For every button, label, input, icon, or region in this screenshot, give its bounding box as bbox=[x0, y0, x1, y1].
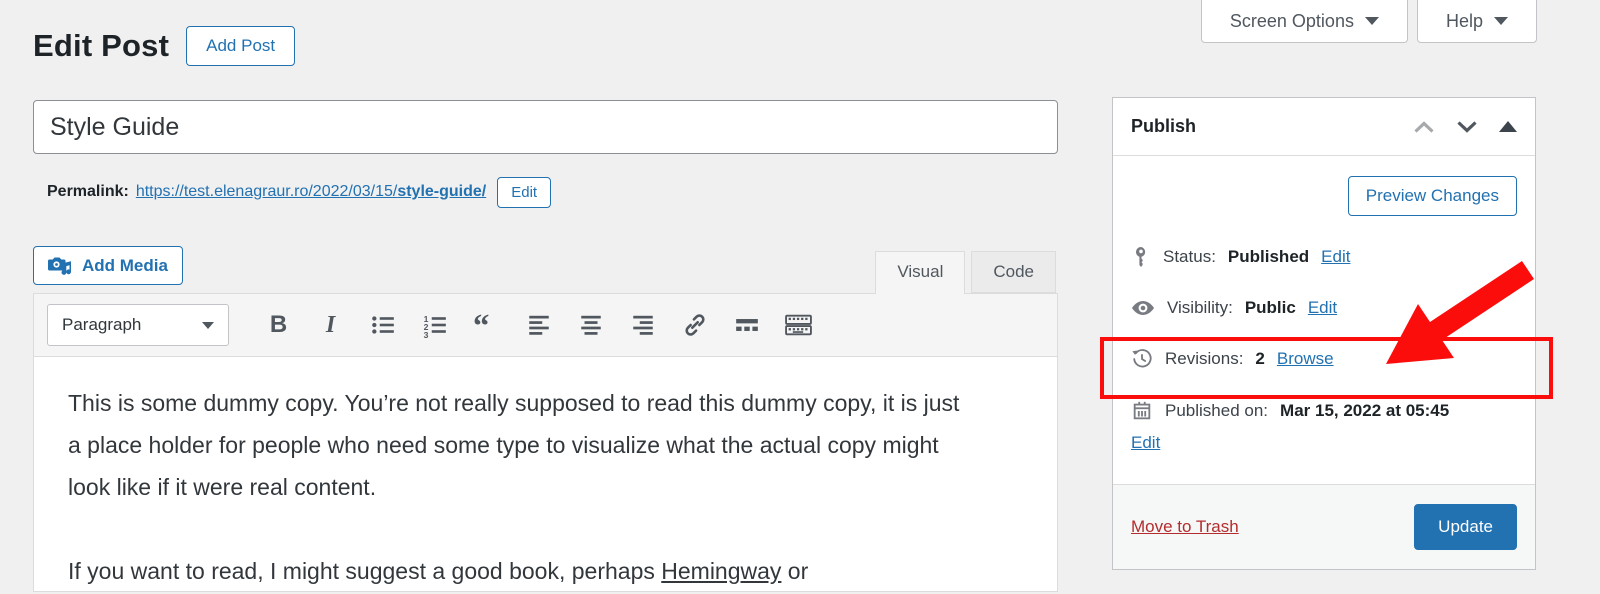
screen-options-tab[interactable]: Screen Options bbox=[1200, 0, 1408, 43]
content-paragraph: This is some dummy copy. You’re not real… bbox=[68, 390, 960, 500]
visibility-value: Public bbox=[1244, 298, 1296, 317]
hemingway-link[interactable]: Hemingway bbox=[661, 558, 781, 584]
revisions-row: Revisions: 2 Browse bbox=[1131, 348, 1517, 370]
status-row: Status: Published Edit bbox=[1131, 246, 1517, 268]
update-button[interactable]: Update bbox=[1414, 504, 1517, 550]
editor-mode-tabs: Visual Code bbox=[875, 251, 1056, 294]
visibility-label: Visibility: bbox=[1167, 298, 1233, 317]
blockquote-icon: “ bbox=[473, 311, 489, 339]
block-format-value: Paragraph bbox=[62, 315, 142, 334]
add-post-button[interactable]: Add Post bbox=[186, 26, 296, 66]
help-label: Help bbox=[1445, 10, 1483, 31]
align-center-icon bbox=[580, 315, 601, 335]
bulleted-list-icon bbox=[371, 316, 394, 334]
permalink-edit-button[interactable]: Edit bbox=[497, 176, 552, 208]
insert-link-button[interactable] bbox=[680, 311, 709, 340]
svg-text:3: 3 bbox=[423, 330, 428, 338]
add-media-label: Add Media bbox=[82, 255, 168, 275]
keyboard-icon bbox=[785, 314, 812, 336]
read-more-icon bbox=[735, 319, 758, 331]
blockquote-button[interactable]: “ bbox=[472, 311, 501, 340]
published-on-row: Published on: Mar 15, 2022 at 05:45 bbox=[1131, 400, 1517, 422]
tab-visual[interactable]: Visual bbox=[875, 251, 966, 294]
revisions-history-icon bbox=[1131, 348, 1153, 370]
permalink-link[interactable]: https://test.elenagraur.ro/2022/03/15/st… bbox=[136, 183, 486, 201]
eye-icon bbox=[1131, 299, 1155, 317]
chevron-down-icon bbox=[202, 321, 214, 329]
published-on-label: Published on: bbox=[1165, 401, 1269, 420]
block-format-select[interactable]: Paragraph bbox=[47, 304, 229, 346]
chevron-down-icon bbox=[1494, 17, 1508, 25]
keyboard-shortcuts-button[interactable] bbox=[784, 311, 813, 340]
visibility-edit-link[interactable]: Edit bbox=[1308, 298, 1337, 318]
read-more-button[interactable] bbox=[732, 311, 761, 340]
editor-tools: Add Media Visual Code bbox=[33, 246, 1058, 294]
post-status-pin-icon bbox=[1131, 246, 1151, 268]
publish-panel-header[interactable]: Publish bbox=[1113, 98, 1535, 156]
svg-text:“: “ bbox=[473, 311, 489, 339]
align-left-button[interactable] bbox=[524, 311, 553, 340]
post-title-input[interactable] bbox=[33, 100, 1058, 154]
move-up-icon[interactable] bbox=[1413, 120, 1435, 134]
editor-content-area[interactable]: This is some dummy copy. You’re not real… bbox=[33, 357, 1058, 592]
permalink-row: Permalink: https://test.elenagraur.ro/20… bbox=[47, 172, 552, 212]
align-right-icon bbox=[632, 315, 653, 335]
move-to-trash-link[interactable]: Move to Trash bbox=[1131, 517, 1239, 537]
publish-panel-body: Preview Changes Status: Published Edit V… bbox=[1113, 156, 1535, 453]
link-icon bbox=[684, 314, 705, 336]
status-label: Status: bbox=[1163, 247, 1216, 266]
align-right-button[interactable] bbox=[628, 311, 657, 340]
classic-editor: Add Media Visual Code Paragraph B I 123 … bbox=[33, 246, 1058, 592]
italic-button[interactable]: I bbox=[316, 311, 345, 340]
revisions-label: Revisions: bbox=[1165, 349, 1244, 368]
page-title: Edit Post bbox=[33, 28, 170, 63]
screen-meta-links: Screen Options Help bbox=[1200, 0, 1537, 43]
revisions-browse-link[interactable]: Browse bbox=[1277, 349, 1334, 369]
page-header: Edit Post Add Post bbox=[33, 26, 296, 66]
content-paragraph: If you want to read, I might suggest a g… bbox=[68, 550, 973, 591]
permalink-url-slug: style-guide/ bbox=[397, 183, 487, 200]
status-value: Published bbox=[1227, 247, 1310, 266]
publish-panel-footer: Move to Trash Update bbox=[1113, 484, 1535, 569]
publish-panel-controls bbox=[1413, 120, 1517, 134]
visibility-row: Visibility: Public Edit bbox=[1131, 298, 1517, 318]
permalink-label: Permalink: bbox=[47, 183, 129, 200]
content-text: If you want to read, I might suggest a g… bbox=[68, 558, 662, 584]
add-media-button[interactable]: Add Media bbox=[33, 246, 183, 285]
numbered-list-button[interactable]: 123 bbox=[420, 311, 449, 340]
editor-toolbar: Paragraph B I 123 “ bbox=[33, 293, 1058, 357]
bold-button[interactable]: B bbox=[264, 311, 293, 340]
content-text: or bbox=[781, 558, 809, 584]
media-camera-note-icon bbox=[48, 255, 73, 276]
publish-panel-title: Publish bbox=[1131, 116, 1197, 136]
collapse-panel-icon[interactable] bbox=[1499, 121, 1517, 132]
align-left-icon bbox=[528, 315, 549, 335]
chevron-down-icon bbox=[1364, 17, 1379, 25]
help-tab[interactable]: Help bbox=[1416, 0, 1537, 43]
move-down-icon[interactable] bbox=[1456, 120, 1478, 134]
preview-changes-button[interactable]: Preview Changes bbox=[1347, 176, 1517, 216]
bulleted-list-button[interactable] bbox=[368, 311, 397, 340]
revisions-count: 2 bbox=[1255, 349, 1265, 368]
published-on-edit-link[interactable]: Edit bbox=[1131, 433, 1160, 452]
align-center-button[interactable] bbox=[576, 311, 605, 340]
calendar-icon bbox=[1131, 400, 1153, 422]
screen-options-label: Screen Options bbox=[1229, 10, 1354, 31]
status-edit-link[interactable]: Edit bbox=[1321, 247, 1350, 267]
permalink-url-prefix: https://test.elenagraur.ro/2022/03/15/ bbox=[135, 183, 398, 200]
numbered-list-icon: 123 bbox=[423, 314, 446, 338]
published-on-value: Mar 15, 2022 at 05:45 bbox=[1280, 401, 1450, 420]
publish-panel: Publish Preview Changes Status: Publishe… bbox=[1112, 97, 1536, 570]
tab-code[interactable]: Code bbox=[971, 251, 1056, 293]
